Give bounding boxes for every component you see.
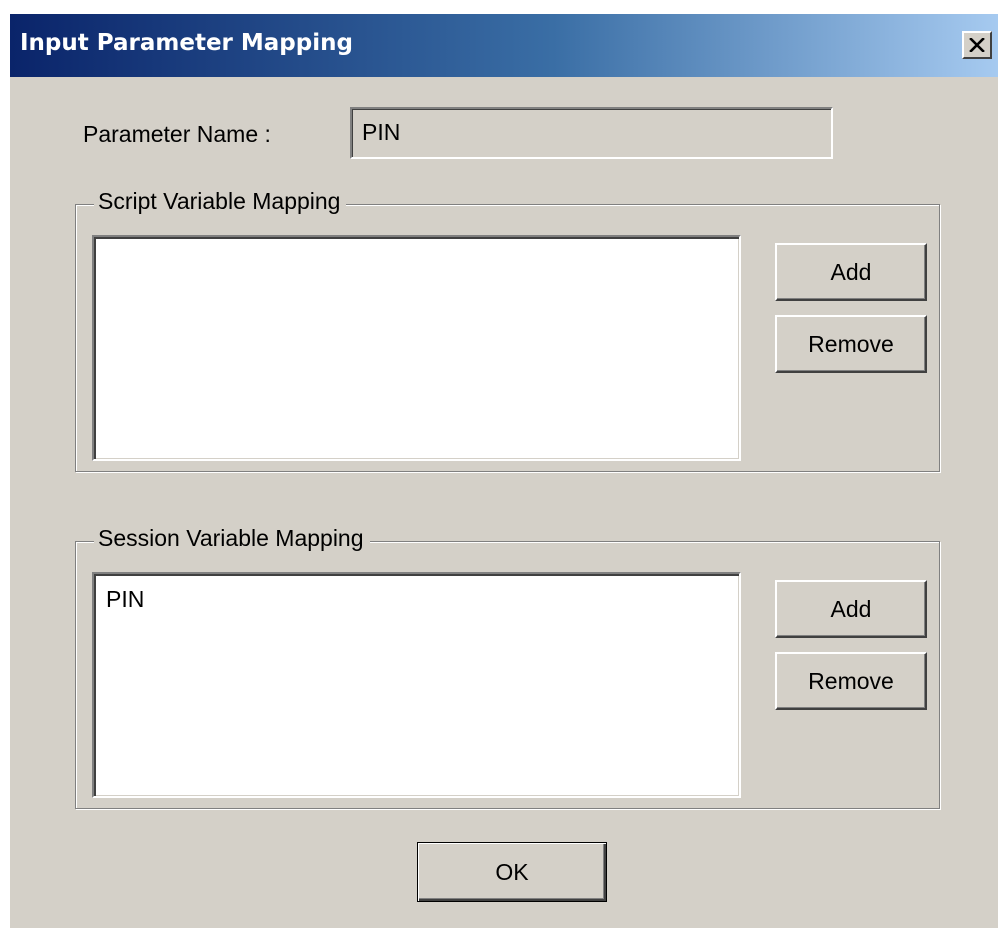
parameter-name-field: PIN — [350, 107, 833, 159]
window-title: Input Parameter Mapping — [20, 30, 353, 56]
script-variable-mapping-legend: Script Variable Mapping — [94, 188, 347, 215]
ok-button[interactable]: OK — [417, 842, 607, 902]
script-remove-button[interactable]: Remove — [775, 315, 927, 373]
session-variable-mapping-legend: Session Variable Mapping — [94, 525, 370, 552]
title-bar[interactable]: Input Parameter Mapping — [10, 14, 998, 77]
session-add-button[interactable]: Add — [775, 580, 927, 638]
script-variable-mapping-group: Script Variable Mapping Add Remove — [75, 188, 940, 472]
session-remove-button[interactable]: Remove — [775, 652, 927, 710]
close-button[interactable] — [962, 31, 992, 59]
session-variable-mapping-group: Session Variable Mapping PIN Add Remove — [75, 525, 940, 809]
list-item[interactable]: PIN — [106, 586, 144, 613]
script-variable-list[interactable] — [92, 235, 741, 461]
session-variable-list[interactable]: PIN — [92, 572, 741, 798]
close-icon — [969, 38, 985, 52]
script-add-button[interactable]: Add — [775, 243, 927, 301]
parameter-name-value: PIN — [362, 119, 401, 145]
input-parameter-mapping-dialog: Input Parameter Mapping Parameter Name :… — [8, 12, 998, 928]
parameter-name-label: Parameter Name : — [83, 121, 271, 147]
